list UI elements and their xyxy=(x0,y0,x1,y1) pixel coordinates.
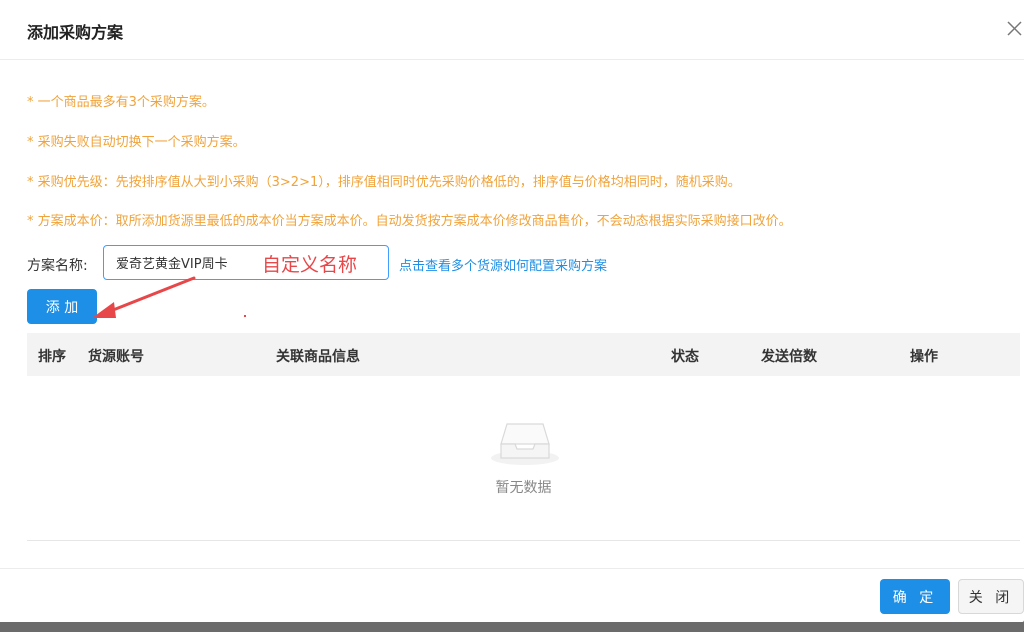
table-empty-state: 暂无数据 xyxy=(27,376,1020,541)
confirm-button[interactable]: 确 定 xyxy=(880,579,950,614)
close-icon[interactable] xyxy=(1004,18,1024,38)
column-send-multiple[interactable]: 发送倍数 xyxy=(761,346,817,366)
tip-auto-switch: * 采购失败自动切换下一个采购方案。 xyxy=(27,135,246,150)
column-sort[interactable]: 排序 xyxy=(38,346,66,366)
annotation-custom-name: 自定义名称 xyxy=(262,254,358,276)
dialog-footer: 确 定 关 闭 xyxy=(0,568,1024,622)
close-button[interactable]: 关 闭 xyxy=(958,579,1024,614)
dialog-title: 添加采购方案 xyxy=(27,23,124,42)
tip-priority: * 采购优先级：先按排序值从大到小采购（3>2>1），排序值相同时优先采购价格低… xyxy=(27,175,741,190)
column-actions[interactable]: 操作 xyxy=(910,346,938,366)
column-linked-product[interactable]: 关联商品信息 xyxy=(276,346,360,366)
dialog-header: 添加采购方案 xyxy=(0,0,1024,60)
column-status[interactable]: 状态 xyxy=(671,346,699,366)
table-header: 排序 货源账号 关联商品信息 状态 发送倍数 操作 xyxy=(27,333,1020,376)
add-purchase-plan-dialog: 添加采购方案 * 一个商品最多有3个采购方案。 * 采购失败自动切换下一个采购方… xyxy=(0,0,1024,622)
plan-name-label: 方案名称: xyxy=(27,258,88,274)
annotation-dot xyxy=(244,315,246,317)
empty-text: 暂无数据 xyxy=(495,480,552,496)
column-source-account[interactable]: 货源账号 xyxy=(88,346,144,366)
annotation-arrow-icon xyxy=(92,276,196,318)
config-help-link[interactable]: 点击查看多个货源如何配置采购方案 xyxy=(399,255,607,274)
tip-max-plans: * 一个商品最多有3个采购方案。 xyxy=(27,95,215,110)
tip-cost-price: * 方案成本价：取所添加货源里最低的成本价当方案成本价。自动发货按方案成本价修改… xyxy=(27,214,792,229)
empty-box-icon xyxy=(491,423,559,465)
